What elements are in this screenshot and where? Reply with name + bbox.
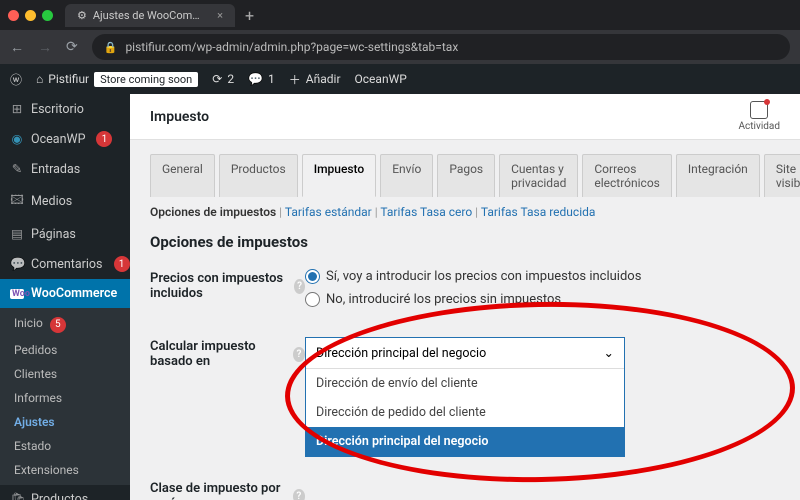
admin-sidebar: ⊞Escritorio◉OceanWP1✎Entradas🖾Medios▤Pág… [0,94,130,500]
sidebar-item[interactable]: ◉OceanWP1 [0,124,130,154]
sidebar-item[interactable]: ▤Páginas [0,219,130,249]
sidebar-item[interactable]: ⊞Escritorio [0,94,130,124]
count-badge: 1 [96,131,112,147]
select-calc-tax[interactable]: Dirección principal del negocio ⌄ Direcc… [305,337,625,457]
menu-icon: ▤ [10,226,24,242]
add-new-link[interactable]: ＋ Añadir [289,71,341,88]
help-icon[interactable]: ? [293,489,305,500]
radio-prices-no[interactable]: No, introduciré los precios sin impuesto… [305,292,780,307]
page-title: Impuesto [150,109,209,125]
settings-tab[interactable]: Pagos [437,154,495,197]
home-icon: ⌂ [36,72,43,86]
menu-icon: ⊞ [10,101,24,117]
settings-tab[interactable]: Integración [676,154,760,197]
theme-link[interactable]: OceanWP [355,72,407,86]
label-calc-tax-based-on: Calcular impuesto basado en [150,339,287,369]
radio-prices-yes[interactable]: Sí, voy a introducir los precios con imp… [305,269,780,284]
subtab-link[interactable]: Tarifas Tasa cero [380,205,472,219]
sidebar-subitem[interactable]: Clientes [0,362,130,386]
subtab-link[interactable]: Tarifas Tasa reducida [481,205,596,219]
new-tab-button[interactable]: + [245,6,254,25]
menu-icon: ✎ [10,161,24,177]
sidebar-subitem[interactable]: Extensiones [0,458,130,482]
sidebar-subitem[interactable]: Informes [0,386,130,410]
address-bar[interactable]: 🔒 pistifiur.com/wp-admin/admin.php?page=… [92,34,790,60]
url-text: pistifiur.com/wp-admin/admin.php?page=wc… [125,40,458,54]
select-option[interactable]: Dirección de envío del cliente [306,369,624,398]
close-tab-icon[interactable]: × [217,9,223,22]
sidebar-subitem[interactable]: Estado [0,434,130,458]
tab-favicon: ⚙ [77,9,87,22]
activity-icon [750,101,768,119]
settings-tab[interactable]: Impuesto [302,154,377,197]
back-icon[interactable]: ← [10,39,24,56]
label-shipping-tax-class: Clase de impuesto por envío [150,481,287,500]
browser-tab[interactable]: ⚙ Ajustes de WooCommerce ‹ × [65,4,235,27]
menu-icon: ◉ [10,131,24,147]
menu-icon: 💬 [10,257,24,272]
chevron-down-icon: ⌄ [604,345,614,361]
section-heading: Opciones de impuestos [150,233,780,251]
select-option[interactable]: Dirección de pedido del cliente [306,398,624,427]
site-name[interactable]: ⌂ Pistifiur Store coming soon [36,72,198,87]
menu-icon: 🖾 [10,191,24,212]
settings-tab[interactable]: General [150,154,215,197]
store-status-badge: Store coming soon [94,72,198,87]
settings-tab[interactable]: Correos electrónicos [582,154,672,197]
help-icon[interactable]: ? [294,279,305,294]
menu-icon: 🛍 [10,492,24,500]
sidebar-subitem[interactable]: Pedidos [0,338,130,362]
subtabs: Opciones de impuestos | Tarifas estándar… [150,205,780,219]
reload-icon[interactable]: ⟳ [66,39,78,55]
sidebar-item[interactable]: 💬Comentarios1 [0,249,130,279]
label-prices-included: Precios con impuestos incluidos [150,271,288,301]
sidebar-item-woocommerce[interactable]: Woo WooCommerce [0,279,130,308]
help-icon[interactable]: ? [293,347,305,362]
activity-button[interactable]: Actividad [739,101,780,132]
window-controls[interactable] [8,10,53,21]
sidebar-subitem[interactable]: Ajustes [0,410,130,434]
updates-link[interactable]: ⟳ 2 [212,72,234,86]
count-badge: 1 [114,256,130,272]
subtab-link[interactable]: Tarifas estándar [285,205,372,219]
sidebar-item[interactable]: 🛍Productos [0,485,130,500]
settings-tab[interactable]: Productos [219,154,298,197]
lock-icon: 🔒 [104,41,118,54]
sidebar-item[interactable]: 🖾Medios [0,184,130,219]
select-option-selected[interactable]: Dirección principal del negocio [306,427,624,456]
select-value: Dirección principal del negocio [316,346,486,361]
wp-logo-icon[interactable]: ⓦ [10,71,22,88]
settings-tab[interactable]: Cuentas y privacidad [499,154,578,197]
forward-icon: → [38,39,52,56]
sidebar-subitem[interactable]: Inicio 5 [0,311,130,338]
settings-tab[interactable]: Envío [380,154,433,197]
sidebar-item[interactable]: ✎Entradas [0,154,130,184]
subtab-current[interactable]: Opciones de impuestos [150,205,276,219]
settings-tab[interactable]: Site visib [764,154,800,197]
woocommerce-icon: Woo [10,289,24,299]
comments-link[interactable]: 💬 1 [248,72,275,86]
count-badge: 5 [50,317,66,333]
tab-title: Ajustes de WooCommerce ‹ [93,9,207,22]
